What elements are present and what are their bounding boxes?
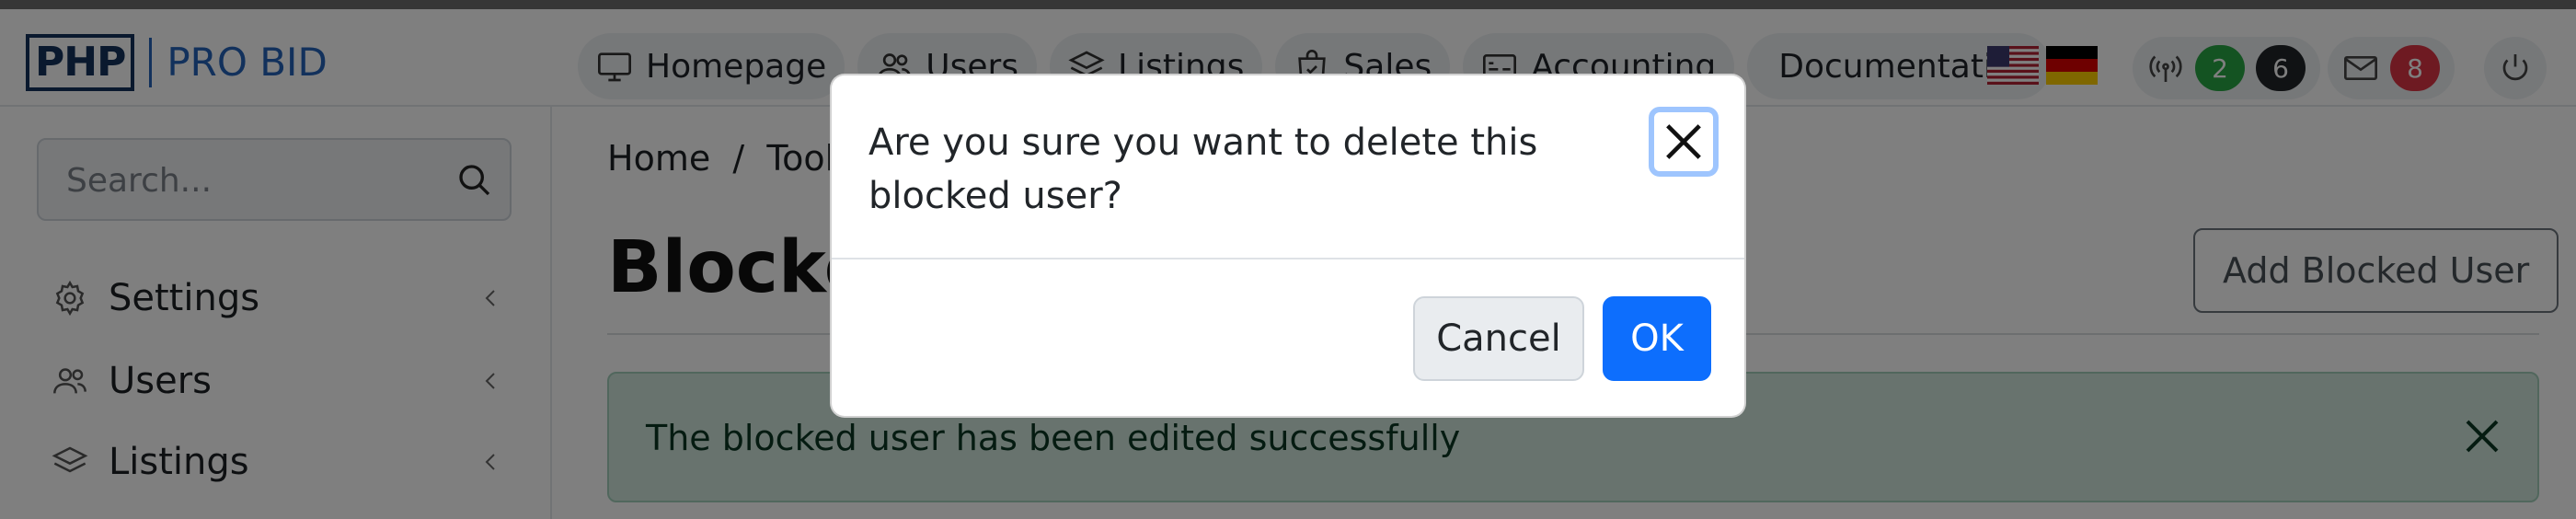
confirm-delete-modal: Are you sure you want to delete this blo… — [830, 74, 1746, 418]
modal-close-button[interactable] — [1649, 107, 1719, 177]
modal-divider — [832, 258, 1744, 260]
cancel-button[interactable]: Cancel — [1413, 296, 1584, 381]
ok-button[interactable]: OK — [1603, 296, 1711, 381]
modal-message: Are you sure you want to delete this blo… — [868, 121, 1538, 217]
close-icon — [1666, 124, 1701, 159]
